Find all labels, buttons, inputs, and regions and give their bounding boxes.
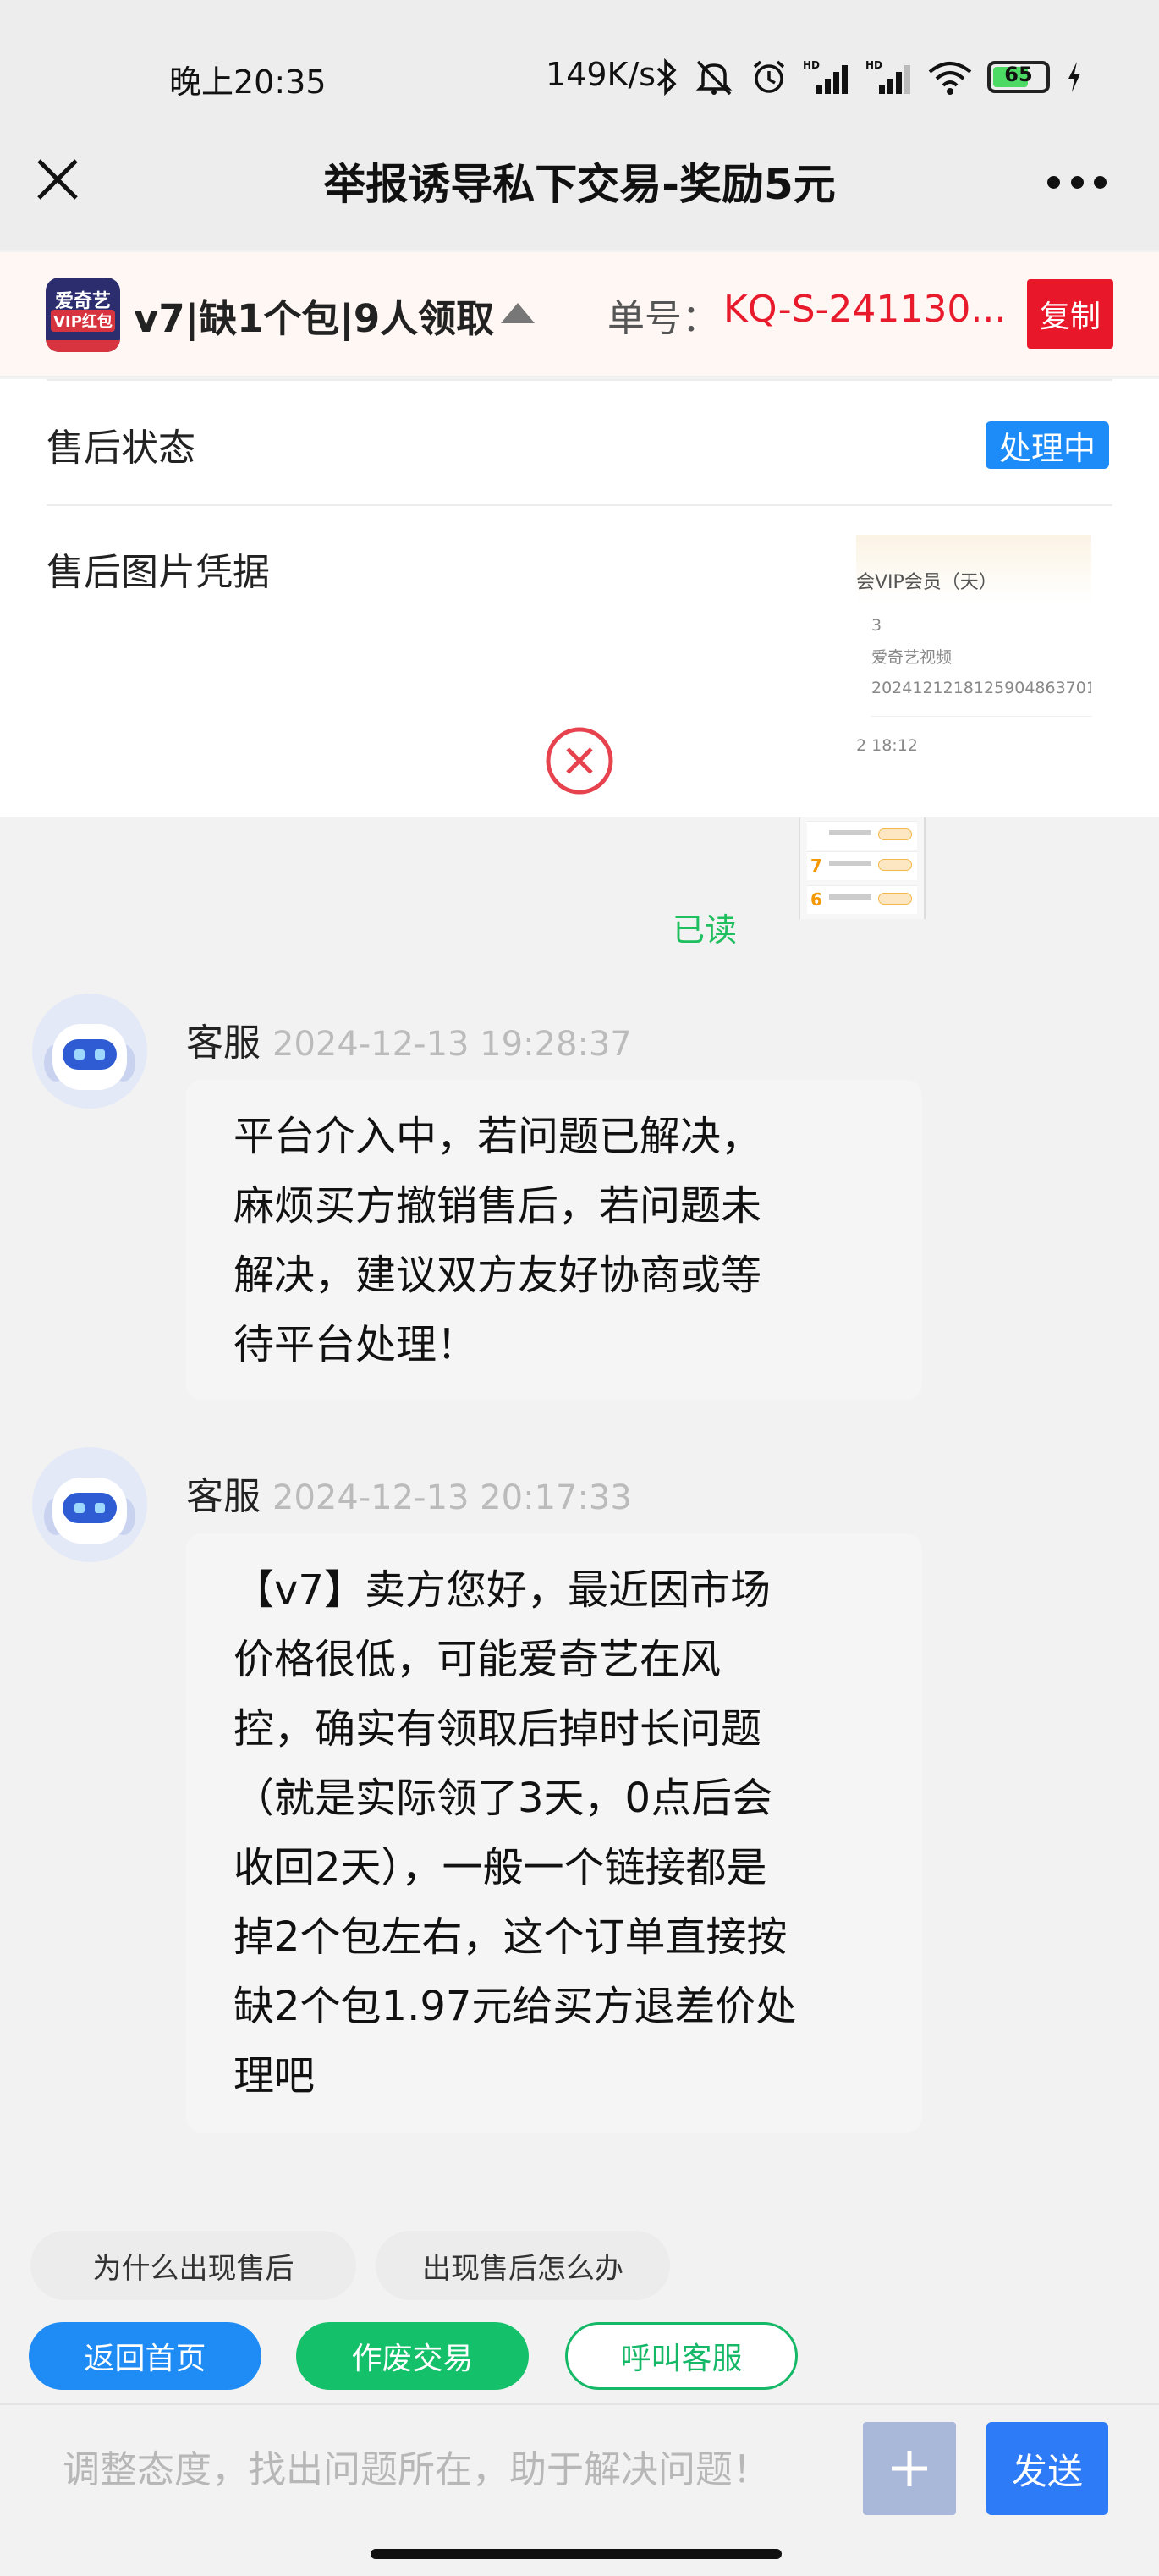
status-icons: HD HD 65 [656,56,1084,98]
back-home-button[interactable]: 返回首页 [29,2322,261,2390]
thumb-number: 6 [810,889,822,910]
charging-icon [1068,62,1080,92]
call-service-button[interactable]: 呼叫客服 [565,2322,798,2390]
thumb-number: 7 [810,856,822,876]
message-line: 掉2个包左右，这个订单直接按 [233,1913,788,1961]
plus-button[interactable] [863,2422,956,2515]
network-speed: 149K/s [546,56,656,93]
message-line: （就是实际领了3天，0点后会 [233,1775,773,1822]
message-line: 收回2天），一般一个链接都是 [233,1844,767,1891]
message-time: 2024-12-13 20:17:33 [272,1478,632,1517]
signal-hd-icon: HD [865,59,910,94]
more-icon[interactable] [1047,173,1107,190]
message-line: 解决，建议双方友好协商或等 [233,1252,762,1299]
status-time: 晚上20:35 [169,63,327,101]
message-bubble: 平台介入中，若问题已解决， 麻烦买方撤销售后，若问题未 解决，建议双方友好协商或… [186,1080,922,1400]
divider [47,379,1112,381]
bluetooth-icon [656,58,677,96]
plus-icon [892,2451,927,2486]
evidence-label: 售后图片凭据 [47,551,270,594]
remove-image-icon[interactable] [545,726,614,795]
thumb-text: 2 18:12 [856,736,918,755]
order-number-label: 单号： [607,297,719,340]
after-sale-status-label: 售后状态 [47,427,195,470]
thumb-text: 3 [871,616,882,635]
svg-text:HD: HD [865,59,882,71]
page-title: 举报诱导私下交易-奖励5元 [323,160,836,209]
battery-icon: 65 [987,61,1050,93]
message-line: 理吧 [233,2052,316,2100]
quick-question-chip[interactable]: 出现售后怎么办 [376,2231,670,2300]
void-trade-button[interactable]: 作废交易 [296,2322,529,2390]
order-number: KQ-S-241130... [723,288,1007,331]
robot-avatar-icon [32,1447,147,1562]
product-title: v7|缺1个包|9人领取 [134,296,495,341]
message-line: 待平台处理！ [233,1321,478,1368]
message-line: 【v7】卖方您好，最近因市场 [233,1566,771,1614]
divider [47,504,1112,506]
svg-text:HD: HD [803,59,820,71]
thumb-text: 20241212181259048637012 [871,679,1091,697]
sender-name: 客服 [186,1021,261,1065]
message-line: 控，确实有领取后掉时长问题 [233,1705,762,1753]
message-input[interactable] [34,2427,846,2512]
evidence-image[interactable]: 会VIP会员（天） 3 爱奇艺视频 2024121218125904863701… [856,535,1091,757]
mute-icon [695,60,733,96]
chat-image-thumbnail[interactable]: 7 6 [799,817,926,919]
status-badge: 处理中 [986,421,1110,469]
alarm-icon [753,60,785,93]
message-line: 麻烦买方撤销售后，若问题未 [233,1182,762,1230]
robot-avatar-icon [32,994,147,1109]
signal-hd-icon: HD [803,59,848,94]
message-line: 缺2个包1.97元给买方退差价处 [233,1983,797,2030]
logo-subtext: VIP红包 [51,310,115,332]
sender-name: 客服 [186,1475,261,1518]
home-indicator[interactable] [371,2549,782,2559]
message-sender: 客服 2024-12-13 19:28:37 [186,1012,632,1066]
copy-button[interactable]: 复制 [1027,279,1113,349]
message-line: 价格很低，可能爱奇艺在风 [233,1636,722,1683]
message-bubble: 【v7】卖方您好，最近因市场 价格很低，可能爱奇艺在风 控，确实有领取后掉时长问… [186,1533,922,2133]
message-sender: 客服 2024-12-13 20:17:33 [186,1466,632,1520]
caret-up-icon[interactable] [499,300,536,326]
thumb-title: 会VIP会员（天） [856,572,997,593]
app-logo: 爱奇艺 VIP红包 [46,278,120,352]
read-receipt: 已读 [673,911,738,949]
wifi-icon [928,62,972,95]
send-button[interactable]: 发送 [986,2422,1108,2515]
thumb-text: 爱奇艺视频 [871,648,953,667]
message-time: 2024-12-13 19:28:37 [272,1025,632,1064]
quick-question-chip[interactable]: 为什么出现售后 [30,2231,356,2300]
message-line: 平台介入中，若问题已解决， [233,1113,762,1160]
